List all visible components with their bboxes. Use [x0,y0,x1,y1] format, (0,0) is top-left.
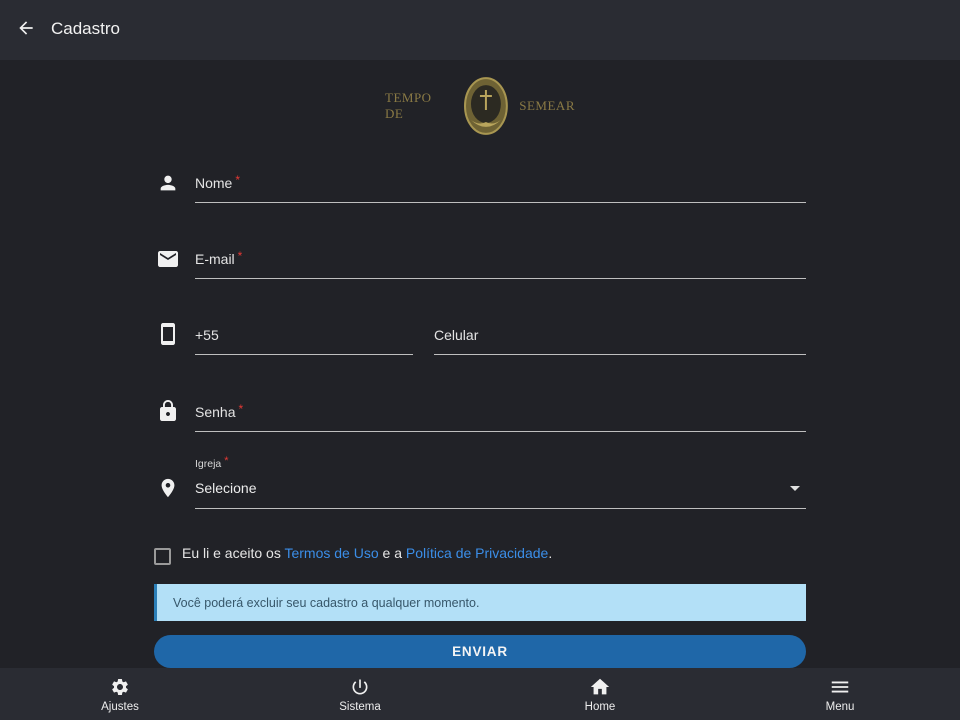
terms-text: Eu li e aceito os Termos de Uso e a Polí… [182,545,553,561]
senha-label: Senha * [195,402,244,420]
nav-item-ajustes[interactable]: Ajustes [0,668,240,720]
power-icon [349,676,371,698]
smartphone-icon [154,320,182,348]
senha-row: Senha * [150,392,810,434]
celular-field[interactable]: Celular [434,315,806,355]
nav-label-home: Home [584,700,616,713]
nav-item-sistema[interactable]: Sistema [240,668,480,720]
menu-icon [829,676,851,698]
submit-button[interactable]: ENVIAR [154,635,806,668]
bottom-navigation: Ajustes Sistema Home Menu [0,668,960,720]
mail-icon [154,245,182,273]
logo-emblem-icon [464,77,509,135]
lock-icon [154,397,182,425]
dropdown-caret-icon [790,486,800,491]
igreja-select[interactable]: Igreja * Selecione [195,455,806,509]
igreja-selected-value: Selecione [195,480,257,496]
app-logo: TEMPO DE SEMEAR [385,74,575,138]
info-alert-text: Você poderá excluir seu cadastro a qualq… [173,595,480,610]
app-bar: Cadastro [0,0,960,60]
email-row: E-mail * [150,239,810,281]
back-button[interactable] [12,14,40,42]
senha-field[interactable]: Senha * [195,392,806,432]
nome-field[interactable]: Nome * [195,163,806,203]
logo-text-left: TEMPO DE [385,90,432,121]
privacy-policy-link[interactable]: Política de Privacidade [406,545,548,561]
nav-label-ajustes: Ajustes [101,700,139,713]
logo-text-right: SEMEAR [519,98,575,113]
nav-item-home[interactable]: Home [480,668,720,720]
arrow-back-icon [19,21,33,35]
person-icon [154,169,182,197]
terms-checkbox[interactable] [154,548,171,565]
nome-row: Nome * [150,163,810,205]
country-code-field[interactable]: +55 [195,315,413,355]
page-title: Cadastro [51,19,120,38]
celular-label: Celular [434,327,479,343]
phone-row: +55 Celular [150,315,810,357]
home-icon [589,676,611,698]
gear-icon [109,676,131,698]
email-label: E-mail * [195,249,243,267]
igreja-row: Igreja * Selecione [150,455,810,510]
email-field[interactable]: E-mail * [195,239,806,279]
terms-of-use-link[interactable]: Termos de Uso [284,545,378,561]
info-alert: Você poderá excluir seu cadastro a qualq… [154,584,806,621]
country-code-value: +55 [195,327,219,343]
nav-label-menu: Menu [825,700,855,713]
nav-label-sistema: Sistema [339,700,381,713]
igreja-label: Igreja * [195,455,229,470]
location-pin-icon [154,474,182,502]
nav-item-menu[interactable]: Menu [720,668,960,720]
nome-label: Nome * [195,173,241,191]
